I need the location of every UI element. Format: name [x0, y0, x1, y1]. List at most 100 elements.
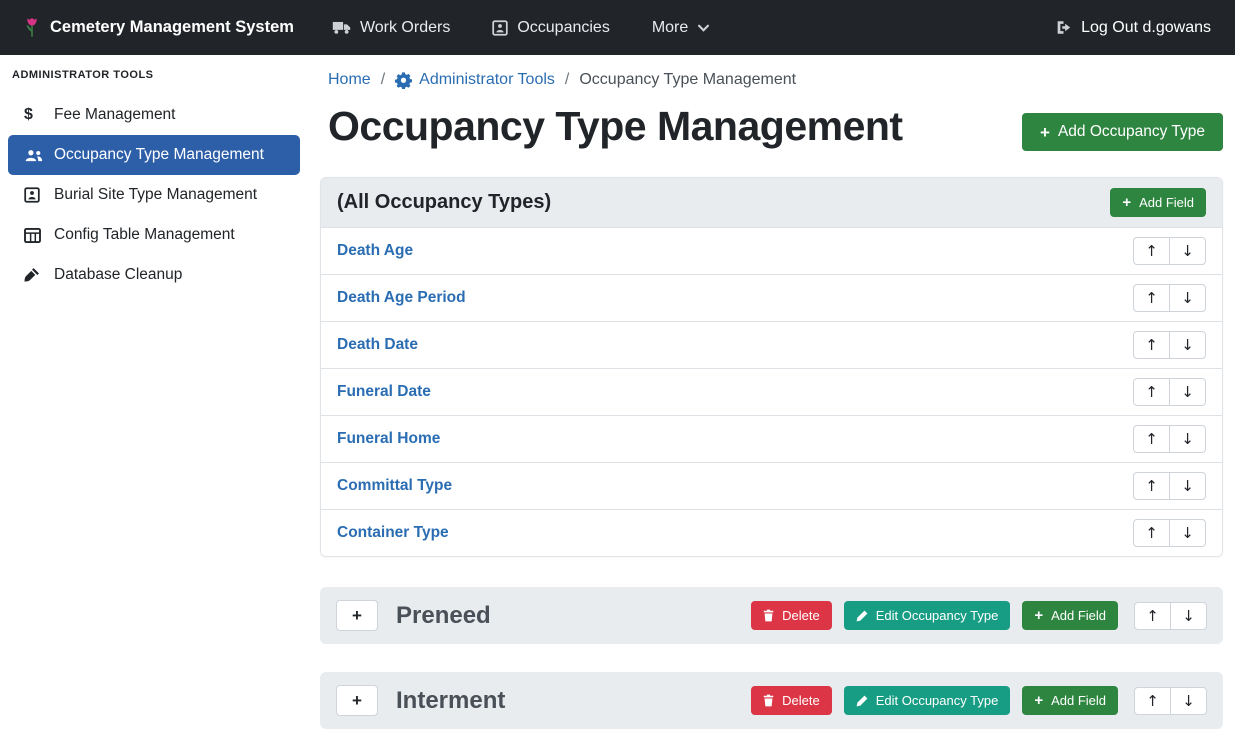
- field-row: Committal Type ↑ ↓: [321, 462, 1222, 509]
- gear-icon: [395, 72, 412, 89]
- reorder-controls: ↑ ↓: [1133, 284, 1206, 312]
- plus-icon: +: [1040, 124, 1050, 141]
- section-actions: Delete Edit Occupancy Type + Add Field ↑: [751, 601, 1207, 630]
- reorder-controls: ↑ ↓: [1133, 519, 1206, 547]
- truck-icon: [332, 20, 351, 35]
- move-down-button[interactable]: ↓: [1170, 687, 1207, 715]
- breadcrumb-admin-tools-link[interactable]: Administrator Tools: [395, 71, 555, 89]
- reorder-controls: ↑ ↓: [1133, 378, 1206, 406]
- expand-section-button[interactable]: +: [336, 600, 378, 631]
- breadcrumb-home-link[interactable]: Home: [328, 71, 371, 89]
- broom-icon: [24, 267, 54, 283]
- move-up-button[interactable]: ↑: [1134, 602, 1171, 630]
- logout-button[interactable]: Log Out d.gowans: [1055, 19, 1211, 37]
- nav-work-orders-label: Work Orders: [360, 19, 450, 37]
- edit-occupancy-type-button[interactable]: Edit Occupancy Type: [844, 601, 1011, 630]
- move-up-button[interactable]: ↑: [1133, 331, 1170, 359]
- sidebar-item-database-cleanup[interactable]: Database Cleanup: [8, 255, 300, 295]
- nav-occupancies-label: Occupancies: [517, 19, 610, 37]
- field-link-committal-type[interactable]: Committal Type: [337, 477, 452, 495]
- pencil-icon: [856, 695, 868, 707]
- dollar-icon: $: [24, 106, 54, 124]
- add-field-label: Add Field: [1051, 608, 1106, 623]
- nav-links: Work Orders Occupancies More: [332, 19, 710, 37]
- move-up-button[interactable]: ↑: [1133, 425, 1170, 453]
- move-down-button[interactable]: ↓: [1169, 378, 1206, 406]
- field-link-death-age[interactable]: Death Age: [337, 242, 413, 260]
- move-up-button[interactable]: ↑: [1133, 519, 1170, 547]
- reorder-controls: ↑ ↓: [1133, 472, 1206, 500]
- reorder-controls: ↑ ↓: [1134, 687, 1207, 715]
- add-field-label: Add Field: [1051, 693, 1106, 708]
- page-title: Occupancy Type Management: [328, 103, 903, 150]
- add-field-button[interactable]: + Add Field: [1022, 686, 1118, 715]
- field-link-death-date[interactable]: Death Date: [337, 336, 418, 354]
- delete-button[interactable]: Delete: [751, 601, 832, 630]
- add-field-button[interactable]: + Add Field: [1110, 188, 1206, 217]
- app-brand[interactable]: Cemetery Management System: [24, 16, 294, 40]
- section-actions: Delete Edit Occupancy Type + Add Field ↑: [751, 686, 1207, 715]
- move-down-button[interactable]: ↓: [1169, 237, 1206, 265]
- logout-label: Log Out d.gowans: [1081, 19, 1211, 37]
- field-link-container-type[interactable]: Container Type: [337, 524, 449, 542]
- move-down-button[interactable]: ↓: [1169, 331, 1206, 359]
- delete-button[interactable]: Delete: [751, 686, 832, 715]
- section-title: Preneed: [396, 602, 491, 630]
- breadcrumb-separator: /: [381, 71, 385, 89]
- add-field-label: Add Field: [1139, 195, 1194, 210]
- flower-logo-icon: [24, 16, 40, 40]
- sidebar-item-config-table-management[interactable]: Config Table Management: [8, 215, 300, 255]
- field-link-funeral-date[interactable]: Funeral Date: [337, 383, 431, 401]
- title-row: Occupancy Type Management + Add Occupanc…: [328, 103, 1223, 151]
- field-row: Funeral Date ↑ ↓: [321, 368, 1222, 415]
- field-link-funeral-home[interactable]: Funeral Home: [337, 430, 440, 448]
- move-down-button[interactable]: ↓: [1170, 602, 1207, 630]
- move-up-button[interactable]: ↑: [1133, 237, 1170, 265]
- trash-icon: [763, 694, 774, 707]
- table-icon: [24, 228, 54, 243]
- section-title: Interment: [396, 687, 505, 715]
- sidebar: Administrator Tools $ Fee Management Occ…: [0, 55, 308, 738]
- sidebar-item-occupancy-type-management[interactable]: Occupancy Type Management: [8, 135, 300, 175]
- nav-more[interactable]: More: [652, 19, 710, 37]
- edit-occupancy-type-label: Edit Occupancy Type: [876, 693, 999, 708]
- edit-occupancy-type-button[interactable]: Edit Occupancy Type: [844, 686, 1011, 715]
- sidebar-item-fee-management[interactable]: $ Fee Management: [8, 95, 300, 135]
- logout-icon: [1055, 20, 1072, 35]
- burial-site-icon: [24, 187, 54, 203]
- all-occupancy-types-header: (All Occupancy Types) + Add Field: [321, 178, 1222, 227]
- sidebar-item-label: Occupancy Type Management: [54, 146, 264, 164]
- main-content: Home / Administrator Tools / Occupancy T…: [308, 55, 1235, 738]
- move-up-button[interactable]: ↑: [1134, 687, 1171, 715]
- move-up-button[interactable]: ↑: [1133, 472, 1170, 500]
- field-row: Container Type ↑ ↓: [321, 509, 1222, 556]
- plus-icon: +: [1034, 608, 1043, 623]
- breadcrumb-admin-tools-label: Administrator Tools: [419, 71, 555, 89]
- move-up-button[interactable]: ↑: [1133, 378, 1170, 406]
- field-row: Death Date ↑ ↓: [321, 321, 1222, 368]
- edit-occupancy-type-label: Edit Occupancy Type: [876, 608, 999, 623]
- sidebar-item-label: Fee Management: [54, 106, 176, 124]
- move-down-button[interactable]: ↓: [1169, 519, 1206, 547]
- nav-occupancies[interactable]: Occupancies: [492, 19, 610, 37]
- field-link-death-age-period[interactable]: Death Age Period: [337, 289, 466, 307]
- add-occupancy-type-button[interactable]: + Add Occupancy Type: [1022, 113, 1223, 151]
- add-field-button[interactable]: + Add Field: [1022, 601, 1118, 630]
- delete-label: Delete: [782, 693, 820, 708]
- reorder-controls: ↑ ↓: [1134, 602, 1207, 630]
- top-navbar: Cemetery Management System Work Orders O…: [0, 0, 1235, 55]
- field-row: Death Age ↑ ↓: [321, 227, 1222, 274]
- app-title: Cemetery Management System: [50, 18, 294, 37]
- move-up-button[interactable]: ↑: [1133, 284, 1170, 312]
- sidebar-item-label: Burial Site Type Management: [54, 186, 257, 204]
- sidebar-item-label: Config Table Management: [54, 226, 235, 244]
- occupancy-type-section-interment: + Interment Delete: [320, 672, 1223, 729]
- move-down-button[interactable]: ↓: [1169, 472, 1206, 500]
- nav-work-orders[interactable]: Work Orders: [332, 19, 450, 37]
- sidebar-item-burial-site-type-management[interactable]: Burial Site Type Management: [8, 175, 300, 215]
- move-down-button[interactable]: ↓: [1169, 284, 1206, 312]
- card-title: (All Occupancy Types): [337, 191, 551, 214]
- expand-section-button[interactable]: +: [336, 685, 378, 716]
- occupancy-type-section-preneed: + Preneed Delete: [320, 587, 1223, 644]
- move-down-button[interactable]: ↓: [1169, 425, 1206, 453]
